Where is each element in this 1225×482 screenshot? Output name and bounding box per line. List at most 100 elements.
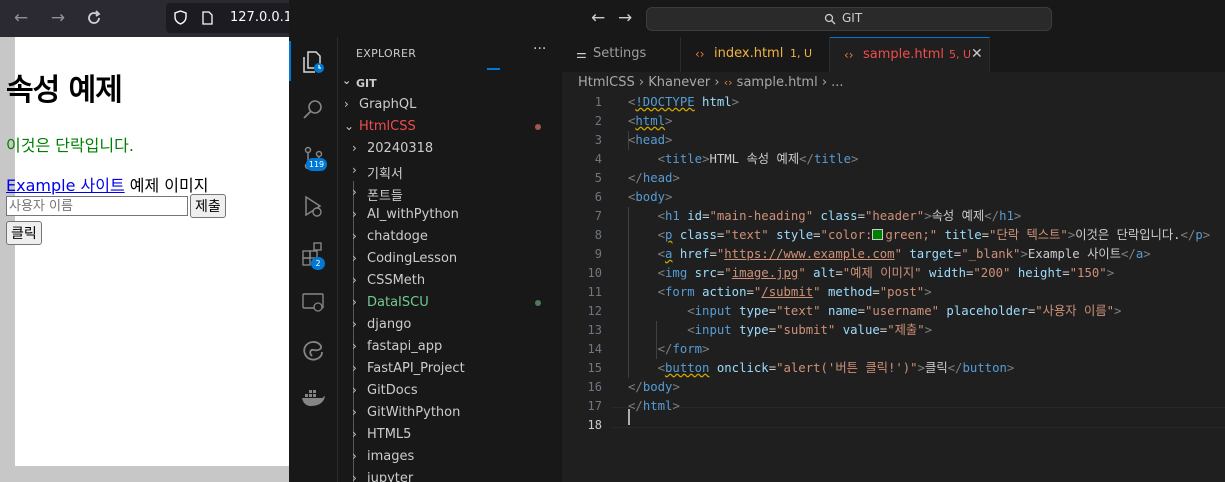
tree-item-label: CSSMeth (367, 273, 426, 288)
command-center[interactable]: GIT (646, 7, 1052, 31)
breadcrumb-separator-icon: › (638, 75, 649, 90)
tab-sample-status: 5, U (949, 48, 972, 61)
code-line: </form> (657, 342, 710, 356)
forward-arrow-icon[interactable]: → (46, 6, 70, 30)
command-center-label: GIT (842, 11, 863, 25)
close-tab-icon[interactable]: ✕ (971, 46, 983, 62)
tree-item[interactable]: › 20240318 (338, 138, 562, 160)
code-line: <!DOCTYPE html> (628, 95, 740, 109)
extensions-activity[interactable]: 2 (289, 233, 337, 273)
explorer-activity[interactable] (289, 41, 337, 81)
tab-sample-label: sample.html (863, 47, 945, 62)
code-line: </html> (628, 399, 680, 413)
remote-explorer-activity[interactable] (289, 281, 337, 321)
editor-area: ⚌ Settings ‹› index.html 1, U ‹› sample.… (562, 37, 1225, 482)
breadcrumb-file[interactable]: sample.html (737, 75, 818, 90)
docker-activity[interactable] (289, 377, 337, 417)
remote-monitor-icon (302, 293, 324, 312)
tab-sample-html[interactable]: ‹› sample.html 5, U ✕ (830, 37, 990, 73)
code-line: <body> (628, 190, 673, 204)
browser-window: ← → 127.0.0.1 속성 예제 이것은 단락입니다. Example 사… (0, 0, 306, 482)
main-heading: 속성 예제 (6, 73, 123, 108)
line-number: 9 (594, 247, 602, 261)
code-line: <head> (628, 133, 673, 147)
tree-item[interactable]: › images (338, 446, 562, 468)
code-line: <img src="image.jpg" alt="예제 이미지" width=… (657, 266, 1115, 280)
tab-settings[interactable]: ⚌ Settings (562, 37, 681, 72)
chevron-right-icon: › (352, 141, 357, 155)
title-bar: ← → GIT (289, 0, 1225, 37)
tree-item[interactable]: › CodingLesson (338, 248, 562, 270)
tree-item-label: HTML5 (367, 427, 412, 442)
tree-item[interactable]: ⌄ HtmlCSS (338, 116, 562, 138)
tree-item[interactable]: › AI_withPython (338, 204, 562, 226)
tree-item[interactable]: › chatdoge (338, 226, 562, 248)
line-number: 6 (594, 190, 602, 204)
breadcrumb-subfolder[interactable]: Khanever (648, 75, 710, 90)
tree-item[interactable]: › django (338, 314, 562, 336)
tab-bar: ⚌ Settings ‹› index.html 1, U ‹› sample.… (562, 37, 1225, 73)
code-line: <a href="https://www.example.com" target… (657, 247, 1151, 261)
tree-item[interactable]: › fastapi_app (338, 336, 562, 358)
search-icon (824, 13, 836, 25)
search-activity[interactable] (289, 89, 337, 129)
tree-item[interactable]: › 기획서 (338, 160, 562, 182)
chevron-right-icon: › (352, 361, 357, 375)
more-actions-icon[interactable]: ··· (533, 41, 546, 57)
back-arrow-icon[interactable]: ← (9, 6, 33, 30)
line-number: 5 (594, 171, 602, 185)
source-control-activity[interactable]: 119 (289, 137, 337, 177)
browser-toolbar: ← → 127.0.0.1 (0, 0, 306, 37)
tree-item[interactable]: › GitWithPython (338, 402, 562, 424)
chevron-right-icon: › (352, 427, 357, 441)
tree-item-label: 20240318 (367, 141, 434, 156)
chevron-right-icon: › (352, 185, 357, 199)
rendered-page: 속성 예제 이것은 단락입니다. Example 사이트 예제 이미지 제출 클… (6, 37, 289, 477)
chevron-right-icon: › (352, 207, 357, 221)
tree-item[interactable]: › CSSMeth (338, 270, 562, 292)
go-forward-icon[interactable]: → (618, 8, 632, 28)
line-number: 3 (594, 133, 602, 147)
submit-button[interactable]: 제출 (190, 194, 226, 218)
chevron-right-icon: › (352, 273, 357, 287)
html-file-icon: ‹› (844, 48, 854, 62)
color-swatch-icon[interactable] (872, 229, 884, 240)
text-cursor (628, 409, 630, 425)
tree-item[interactable]: › 폰트들 (338, 182, 562, 204)
click-button[interactable]: 클릭 (6, 221, 42, 245)
tree-item[interactable]: › HTML5 (338, 424, 562, 446)
breadcrumb-folder[interactable]: HtmlCSS (578, 75, 635, 90)
chevron-right-icon: › (352, 449, 357, 463)
shield-icon[interactable] (174, 10, 187, 25)
paragraph-text: 이것은 단락입니다. (6, 136, 134, 155)
example-link[interactable]: Example 사이트 (6, 176, 125, 195)
tree-item-label: images (367, 449, 415, 464)
tab-index-label: index.html (714, 46, 784, 61)
tree-item-label: HtmlCSS (359, 119, 416, 134)
tab-index-status: 1, U (790, 47, 813, 60)
edge-activity[interactable] (289, 329, 337, 369)
progress-indicator (487, 68, 500, 70)
go-back-icon[interactable]: ← (591, 8, 605, 28)
files-icon (303, 51, 324, 73)
workspace-root[interactable]: ⌄ GIT (338, 72, 562, 94)
line-number: 10 (587, 266, 602, 280)
tree-item[interactable]: › GraphQL (338, 94, 562, 116)
tree-item-label: 폰트들 (367, 189, 403, 204)
url-text[interactable]: 127.0.0.1 (230, 10, 292, 25)
line-number: 13 (587, 323, 602, 337)
tree-item[interactable]: › jupyter (338, 468, 562, 482)
tree-item[interactable]: › DataISCU (338, 292, 562, 314)
username-input[interactable] (6, 196, 188, 216)
tree-item[interactable]: › FastAPI_Project (338, 358, 562, 380)
debug-activity[interactable] (289, 185, 337, 225)
page-icon (202, 11, 213, 25)
tree-item[interactable]: › GitDocs (338, 380, 562, 402)
breadcrumb-symbols[interactable]: ... (831, 75, 843, 90)
code-line: <html> (628, 114, 673, 128)
reload-icon[interactable] (82, 6, 106, 30)
source-control-badge: 119 (306, 158, 327, 171)
tab-index-html[interactable]: ‹› index.html 1, U (681, 37, 830, 72)
url-bar[interactable]: 127.0.0.1 (166, 3, 306, 33)
line-number: 12 (587, 304, 602, 318)
